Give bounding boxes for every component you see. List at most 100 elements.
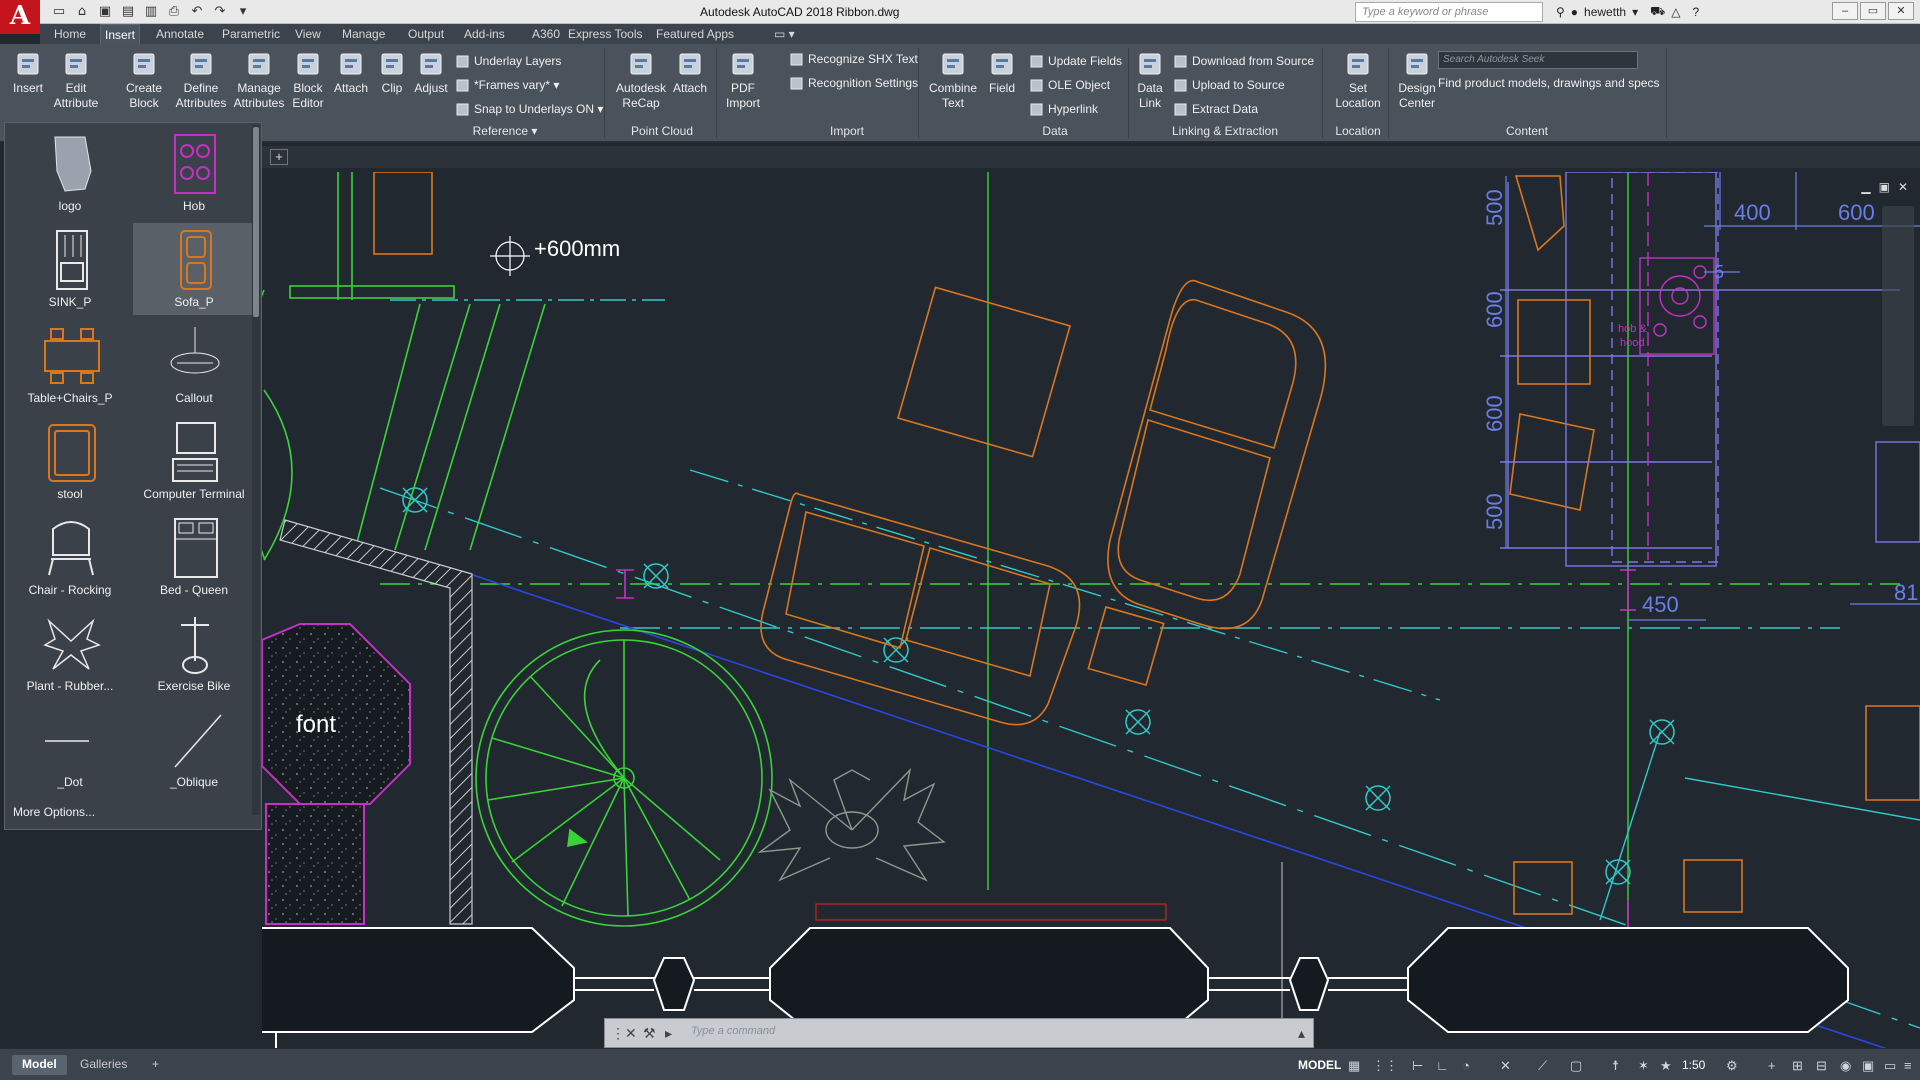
block-exercise-bike[interactable]: Exercise Bike — [133, 607, 255, 699]
cart-icon[interactable]: ⛟ — [1650, 4, 1665, 20]
tab-view[interactable]: View — [295, 27, 321, 41]
save-icon[interactable]: ▣ — [96, 3, 114, 20]
user-name[interactable]: hewetth — [1584, 5, 1626, 19]
field-button[interactable]: Field — [986, 50, 1018, 96]
block-callout[interactable]: Callout — [133, 319, 255, 411]
grid-icon[interactable]: ▦ — [1348, 1058, 1360, 1074]
ribbon-display-toggle-icon[interactable]: ▭ ▾ — [774, 27, 795, 41]
redo-icon[interactable]: ↷ — [211, 3, 229, 20]
block-dot[interactable]: _Dot — [9, 703, 131, 795]
download-from-source-button[interactable]: Download from Source — [1174, 54, 1314, 68]
palette-scroll-thumb[interactable] — [253, 127, 259, 317]
minimize-icon[interactable]: – — [1832, 2, 1858, 20]
close-icon[interactable]: ✕ — [1888, 2, 1914, 20]
cmd-grip-icon[interactable]: ⋮ — [611, 1025, 625, 1042]
data-link-button[interactable]: Data Link — [1132, 50, 1168, 111]
block-hob[interactable]: Hob — [133, 127, 255, 219]
block-table-chairs-p[interactable]: Table+Chairs_P — [9, 319, 131, 411]
cmd-prompt-icon[interactable]: ▸ — [665, 1025, 672, 1042]
panel-title-content[interactable]: Content — [1392, 124, 1662, 138]
selection-cycle-icon[interactable]: ▢ — [1570, 1058, 1582, 1074]
model-space-toggle[interactable]: MODEL — [1298, 1058, 1341, 1072]
tab-add-ins[interactable]: Add-ins — [464, 27, 505, 41]
insert-button[interactable]: Insert — [8, 50, 48, 96]
pdf-import-button[interactable]: PDF Import — [718, 50, 768, 111]
cmd-close-icon[interactable]: ✕ — [625, 1025, 637, 1042]
save-as-icon[interactable]: ▤ — [119, 3, 137, 20]
print-icon[interactable]: ⎙ — [165, 3, 183, 20]
new-file-icon[interactable]: ▭ — [50, 3, 68, 20]
navigation-bar[interactable] — [1882, 206, 1914, 426]
upload-to-source-button[interactable]: Upload to Source — [1174, 78, 1285, 92]
plot-icon[interactable]: ▥ — [142, 3, 160, 20]
annotation-scale-value[interactable]: 1:50 — [1682, 1058, 1705, 1072]
keyword-search-input[interactable]: Type a keyword or phrase — [1355, 2, 1543, 22]
hyperlink-button[interactable]: Hyperlink — [1030, 102, 1098, 116]
lineweight-icon[interactable]: ⟋ — [1538, 1058, 1547, 1074]
exchange-icon[interactable]: △ — [1671, 5, 1680, 19]
undo-icon[interactable]: ↶ — [188, 3, 206, 20]
hardware-acceleration-icon[interactable]: ◉ — [1840, 1058, 1851, 1074]
cmd-history-icon[interactable]: ▴ — [1298, 1025, 1305, 1042]
ole-object-button[interactable]: OLE Object — [1030, 78, 1110, 92]
tab-home[interactable]: Home — [54, 27, 86, 41]
define-attributes-button[interactable]: Define Attributes — [172, 50, 230, 111]
block-logo[interactable]: logo — [9, 127, 131, 219]
application-menu-button[interactable]: A — [0, 0, 40, 34]
add-icon[interactable]: + — [1768, 1058, 1776, 1073]
panel-title-reference[interactable]: Reference ▾ — [410, 124, 600, 138]
panel-title-linking-extraction[interactable]: Linking & Extraction — [1132, 124, 1318, 138]
attach-pc-button[interactable]: Attach — [670, 50, 710, 96]
user-icon[interactable]: ● — [1571, 5, 1578, 19]
panel-title-point-cloud[interactable]: Point Cloud — [612, 124, 712, 138]
panel-title-location[interactable]: Location — [1332, 124, 1384, 138]
maximize-icon[interactable]: ▭ — [1860, 2, 1886, 20]
block-sofa-p[interactable]: Sofa_P — [133, 223, 255, 315]
annotation-scale-icon[interactable]: ✶ — [1638, 1058, 1649, 1074]
tab-express-tools[interactable]: Express Tools — [568, 27, 642, 41]
polar-icon[interactable]: ∟ — [1436, 1058, 1449, 1073]
frames-vary-button[interactable]: *Frames vary* ▾ — [456, 78, 559, 92]
panel-title-data[interactable]: Data — [986, 124, 1124, 138]
tab-featured-apps[interactable]: Featured Apps — [656, 27, 734, 41]
quick-properties-icon[interactable]: ⊟ — [1816, 1058, 1827, 1074]
chevron-down-icon[interactable]: ▾ — [1632, 5, 1638, 19]
ortho-icon[interactable]: ⊢ — [1412, 1058, 1423, 1074]
add-layout-button[interactable]: + — [142, 1055, 169, 1075]
isolate-objects-icon[interactable]: ▣ — [1862, 1058, 1874, 1074]
set-location-button[interactable]: Set Location — [1332, 50, 1384, 111]
drawing-canvas[interactable]: font hob & hood 400 600 450 5 81 500 600… — [262, 172, 1920, 1048]
autodesk-recap-button[interactable]: Autodesk ReCap — [612, 50, 670, 111]
object-snap-icon[interactable]: ✕ — [1500, 1058, 1511, 1074]
units-icon[interactable]: ⊞ — [1792, 1058, 1803, 1074]
annotation-visibility-icon[interactable]: ☨ — [1612, 1058, 1619, 1074]
qat-dropdown-icon[interactable]: ▾ — [234, 3, 252, 20]
tab-manage[interactable]: Manage — [342, 27, 385, 41]
layout-tab-model[interactable]: Model — [12, 1055, 67, 1075]
block-plant-rubber[interactable]: Plant - Rubber... — [9, 607, 131, 699]
auto-scale-icon[interactable]: ★ — [1660, 1058, 1672, 1074]
block-oblique[interactable]: _Oblique — [133, 703, 255, 795]
new-tab-button[interactable]: + — [270, 149, 288, 165]
snap-icon[interactable]: ⋮⋮ — [1372, 1058, 1398, 1074]
viewport-close-icon[interactable]: ✕ — [1898, 180, 1908, 194]
combine-text-button[interactable]: Combine Text — [926, 50, 980, 111]
recognize-shx-button[interactable]: Recognize SHX Text — [790, 52, 918, 66]
clip-button[interactable]: Clip — [374, 50, 410, 96]
panel-title-import[interactable]: Import — [780, 124, 914, 138]
block-sink-p[interactable]: SINK_P — [9, 223, 131, 315]
attach-button[interactable]: Attach — [333, 50, 369, 96]
extract-data-button[interactable]: Extract Data — [1174, 102, 1258, 116]
design-center-button[interactable]: Design Center — [1392, 50, 1442, 111]
viewport-minimize-icon[interactable]: ▁ — [1861, 180, 1870, 194]
update-fields-button[interactable]: Update Fields — [1030, 54, 1122, 68]
create-block-button[interactable]: Create Block — [122, 50, 166, 111]
customization-menu-icon[interactable]: ≡ — [1904, 1058, 1912, 1073]
binoculars-icon[interactable]: ⚲ — [1556, 5, 1565, 19]
isodraft-icon[interactable]: ◔ — [1462, 1058, 1470, 1073]
seek-search-input[interactable]: Search Autodesk Seek — [1438, 51, 1638, 69]
recognition-settings-button[interactable]: Recognition Settings — [790, 76, 918, 90]
block-computer-terminal[interactable]: Computer Terminal — [133, 415, 255, 507]
block-stool[interactable]: stool — [9, 415, 131, 507]
manage-attributes-button[interactable]: Manage Attributes — [230, 50, 288, 111]
